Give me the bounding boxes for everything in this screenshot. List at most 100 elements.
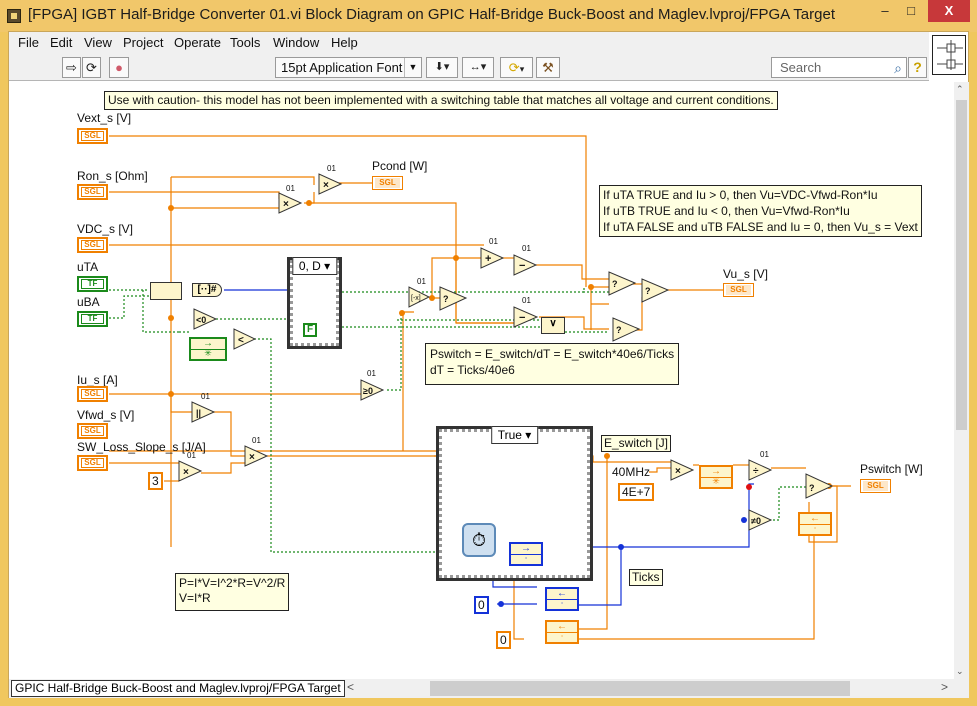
negate-node: [-x] 01	[408, 277, 431, 308]
svg-text:[-x]: [-x]	[411, 295, 421, 302]
chevron-down-icon: ▼	[404, 58, 421, 77]
subtract-node-1: − 01	[513, 244, 538, 276]
case-structure-1[interactable]: 0, D ▾ F	[287, 257, 342, 349]
svg-text:×: ×	[675, 466, 681, 477]
font-value: 15pt Application Font	[281, 60, 403, 75]
toolbar: ⇨ ⟳ ● 15pt Application Font ▼ ⬇▾ ↔▾ ⟳▾ ⚒…	[9, 54, 929, 81]
tick-count-icon[interactable]: ⏱	[462, 523, 496, 557]
select-node-5: ?	[805, 473, 834, 499]
or-node[interactable]: ∨	[541, 317, 565, 334]
vertical-scrollbar[interactable]: ⌃ ⌄	[954, 82, 969, 679]
feedback-init-icon: ⋅	[524, 553, 528, 563]
svg-text:?: ?	[443, 294, 449, 304]
freq-label: 40MHz	[612, 465, 651, 479]
svg-text:01: 01	[367, 369, 376, 378]
add-node: +01	[480, 237, 505, 269]
svg-text:01: 01	[187, 451, 196, 460]
search-placeholder: Search	[780, 60, 822, 75]
menu-file[interactable]: File	[18, 35, 39, 50]
divide-node: ÷01	[748, 450, 773, 481]
feedback-node-energy[interactable]: ← ⋅	[545, 620, 579, 644]
case-selector-value: 0, D	[298, 259, 321, 273]
block-diagram-canvas[interactable]: Use with caution- this model has not bee…	[9, 82, 954, 679]
vi-icon	[937, 40, 963, 70]
multiply-node-4: × 01	[244, 436, 269, 467]
svg-text:01: 01	[327, 164, 336, 173]
connector-pane-icon[interactable]	[932, 35, 966, 75]
menu-edit[interactable]: Edit	[50, 35, 72, 50]
horizontal-scroll-thumb[interactable]	[430, 681, 850, 696]
window-title: [FPGA] IGBT Half-Bridge Converter 01.vi …	[28, 6, 835, 23]
menu-view[interactable]: View	[84, 35, 112, 50]
menu-window[interactable]: Window	[273, 35, 319, 50]
multiply-node-5: ×	[670, 459, 695, 481]
svg-text:01: 01	[286, 184, 295, 193]
false-constant[interactable]: F	[303, 323, 317, 337]
svg-text:?: ?	[809, 483, 815, 493]
case-selector-2[interactable]: True ▾	[490, 426, 539, 444]
cleanup-broom-icon: ⚒	[542, 60, 554, 75]
svg-text:01: 01	[489, 237, 498, 246]
to-single-conversion-node[interactable]: → ✳	[699, 465, 733, 489]
svg-text:01: 01	[252, 436, 261, 445]
font-selector[interactable]: 15pt Application Font ▼	[275, 57, 422, 78]
run-continuously-button[interactable]: ⟳	[82, 57, 101, 78]
constant-three[interactable]: 3	[148, 472, 163, 490]
reorder-button[interactable]: ⟳▾	[500, 57, 533, 78]
constant-ticks-init[interactable]: 0	[474, 596, 489, 614]
cleanup-diagram-button[interactable]: ⚒	[536, 57, 560, 78]
svg-text:01: 01	[522, 244, 531, 253]
svg-text:×: ×	[183, 467, 189, 478]
menu-project[interactable]: Project	[123, 35, 163, 50]
svg-text:<0: <0	[196, 315, 206, 325]
feedback-init-icon: ⋅	[813, 523, 817, 533]
svg-text:?: ?	[645, 286, 651, 296]
menu-bar: File Edit View Project Operate Tools Win…	[9, 32, 929, 54]
abort-button[interactable]: ●	[109, 57, 129, 78]
svg-text:≥0: ≥0	[363, 386, 373, 396]
align-icon: ⬇	[434, 61, 444, 73]
svg-text:01: 01	[522, 296, 531, 305]
constant-energy-init[interactable]: 0	[496, 631, 511, 649]
less-than-node: <	[233, 328, 257, 350]
build-array-node[interactable]	[150, 282, 182, 300]
distribute-objects-button[interactable]: ↔▾	[462, 57, 494, 78]
search-input[interactable]: Search ⌕	[771, 57, 907, 78]
case-structure-2[interactable]: True ▾ ⏱ → ⋅	[436, 426, 593, 581]
menu-operate[interactable]: Operate	[174, 35, 221, 50]
convert-icon: ✳	[712, 476, 720, 486]
feedback-node-ticks[interactable]: ← ⋅	[545, 587, 579, 611]
align-objects-button[interactable]: ⬇▾	[426, 57, 458, 78]
less-than-zero-node: <0	[193, 308, 218, 330]
feedback-node-pswitch[interactable]: ← ⋅	[798, 512, 832, 536]
svg-text:01: 01	[201, 392, 210, 401]
svg-text:01: 01	[417, 277, 426, 286]
svg-text:×: ×	[249, 452, 255, 463]
scroll-left-icon[interactable]: <	[347, 680, 354, 694]
svg-text:+: +	[485, 253, 491, 265]
run-button[interactable]: ⇨	[62, 57, 81, 78]
boolean-array-to-number-node[interactable]: [··]#	[192, 283, 222, 297]
feedback-node-bool[interactable]: → ✳	[189, 337, 227, 361]
menu-help[interactable]: Help	[331, 35, 358, 50]
not-equal-zero-node: ≠0	[748, 509, 773, 531]
labview-app-icon	[7, 9, 21, 23]
maximize-button[interactable]: □	[897, 0, 925, 22]
minimize-button[interactable]: –	[873, 0, 897, 22]
svg-text:01: 01	[760, 450, 769, 459]
context-help-button[interactable]: ?	[908, 57, 927, 78]
function-layer: ×01 ×01 +01 −01 −01 [-x]01 ? ? ? ? <0 < …	[178, 164, 834, 555]
run-arrow-icon: ⇨	[66, 60, 77, 75]
search-icon: ⌕	[894, 60, 902, 76]
case-selector-1[interactable]: 0, D ▾	[291, 257, 338, 275]
scroll-right-icon[interactable]: >	[941, 680, 948, 694]
scroll-up-icon[interactable]: ⌃	[956, 84, 964, 95]
constant-frequency[interactable]: 4E+7	[618, 483, 655, 501]
close-button[interactable]: X	[928, 0, 970, 22]
feedback-node-ticks-inner[interactable]: → ⋅	[509, 542, 543, 566]
vertical-scroll-thumb[interactable]	[956, 100, 967, 430]
or-symbol: ∨	[549, 318, 557, 329]
scroll-down-icon[interactable]: ⌄	[956, 666, 964, 677]
menu-tools[interactable]: Tools	[230, 35, 260, 50]
multiply-node-2: × 01	[318, 164, 343, 195]
